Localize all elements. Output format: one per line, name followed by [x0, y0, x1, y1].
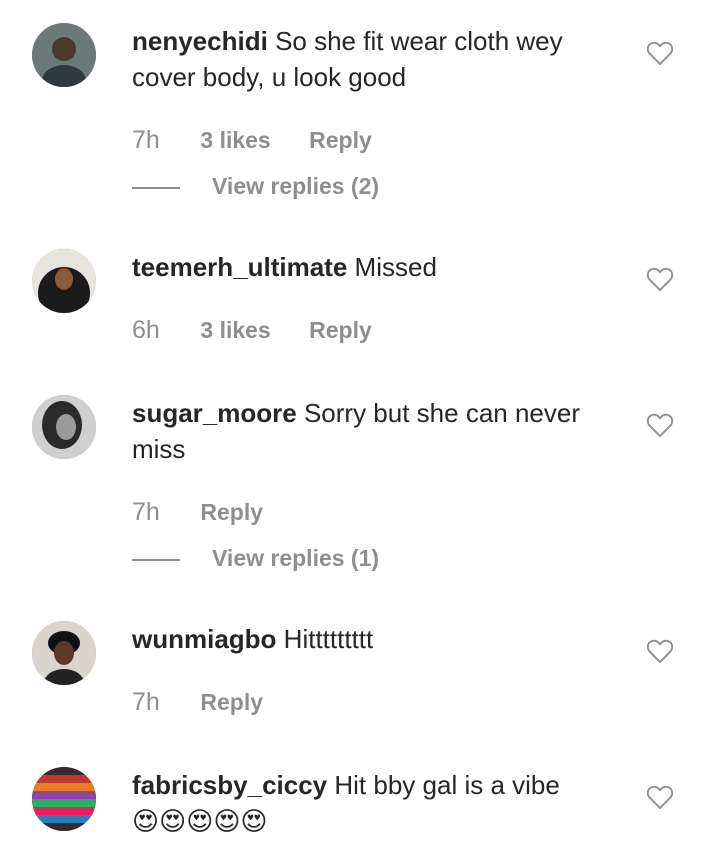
comment-meta: 7h Reply	[132, 687, 263, 717]
view-replies-button[interactable]: View replies (1)	[132, 543, 379, 573]
comment-text: wunmiagbo Hittttttttt	[132, 621, 622, 657]
comment-time: 6h	[132, 316, 160, 344]
comment-body: Missed	[354, 252, 437, 282]
comment-time: 7h	[132, 498, 160, 526]
avatar[interactable]	[32, 621, 96, 685]
comment-text: teemerh_ultimate Missed	[132, 249, 622, 285]
avatar[interactable]	[32, 249, 96, 313]
like-heart-icon[interactable]	[646, 784, 674, 810]
like-heart-icon[interactable]	[646, 412, 674, 438]
comment-meta: 7h Reply	[132, 497, 263, 527]
comment-time: 7h	[132, 688, 160, 716]
likes-count[interactable]: 3 likes	[200, 315, 270, 345]
comment-body: Hittttttttt	[283, 624, 374, 654]
reply-button[interactable]: Reply	[309, 315, 372, 345]
avatar[interactable]	[32, 767, 96, 831]
comment-meta: 6h 3 likes Reply	[132, 315, 372, 345]
replies-divider	[132, 558, 180, 561]
comment-time: 7h	[132, 126, 160, 154]
emoji-row: 😍😍😍😍😍	[132, 807, 268, 837]
username-link[interactable]: teemerh_ultimate	[132, 252, 347, 282]
view-replies-label: View replies (1)	[212, 545, 380, 571]
username-link[interactable]: fabricsby_ciccy	[132, 770, 327, 800]
comment-body: Hit bby gal is a vibe	[334, 770, 560, 800]
avatar[interactable]	[32, 395, 96, 459]
username-link[interactable]: sugar_moore	[132, 398, 297, 428]
reply-button[interactable]: Reply	[309, 125, 372, 155]
replies-divider	[132, 186, 180, 189]
reply-button[interactable]: Reply	[200, 497, 263, 527]
reply-button[interactable]: Reply	[200, 687, 263, 717]
comment-text: fabricsby_ciccy Hit bby gal is a vibe 😍😍…	[132, 767, 622, 840]
likes-count[interactable]: 3 likes	[200, 125, 270, 155]
view-replies-button[interactable]: View replies (2)	[132, 171, 379, 201]
comment-text: sugar_moore Sorry but she can never miss	[132, 395, 622, 467]
username-link[interactable]: nenyechidi	[132, 26, 268, 56]
like-heart-icon[interactable]	[646, 40, 674, 66]
like-heart-icon[interactable]	[646, 266, 674, 292]
comment-meta: 7h 3 likes Reply	[132, 125, 372, 155]
username-link[interactable]: wunmiagbo	[132, 624, 276, 654]
like-heart-icon[interactable]	[646, 638, 674, 664]
view-replies-label: View replies (2)	[212, 173, 380, 199]
comment-text: nenyechidi So she fit wear cloth wey cov…	[132, 23, 622, 95]
avatar[interactable]	[32, 23, 96, 87]
